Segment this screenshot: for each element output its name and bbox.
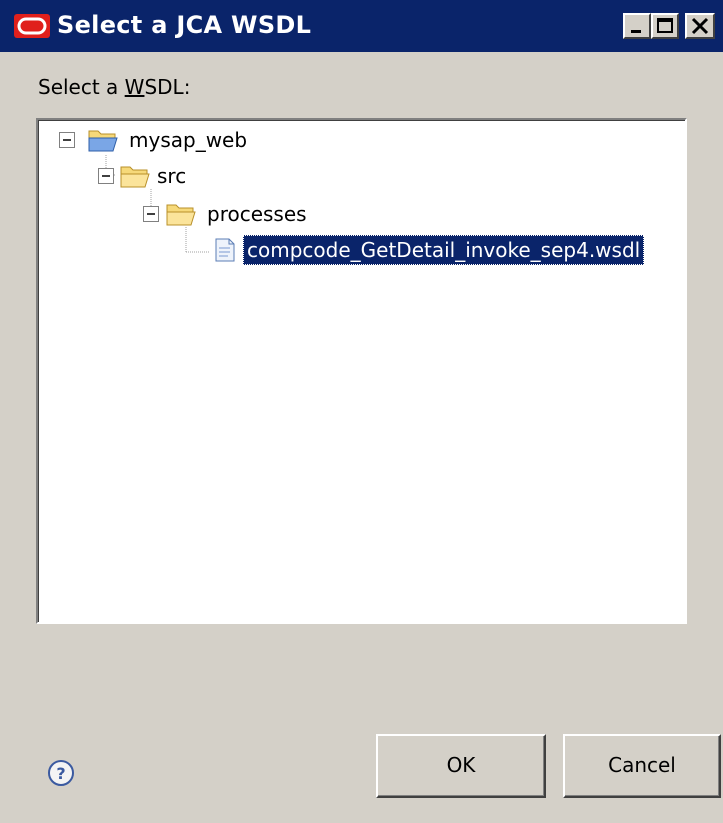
select-wsdl-label: Select a WSDL: bbox=[38, 74, 190, 100]
minimize-icon bbox=[631, 30, 641, 33]
collapse-icon[interactable] bbox=[98, 168, 114, 184]
ok-button[interactable]: OK bbox=[376, 734, 546, 798]
label-prefix: Select a bbox=[38, 75, 125, 99]
tree-node-mysap-web[interactable]: mysap_web bbox=[59, 125, 319, 155]
dialog-window: Select a JCA WSDL Select a WSDL: mysap_w… bbox=[0, 0, 723, 823]
open-folder-icon bbox=[120, 166, 150, 188]
tree-node-src[interactable]: src bbox=[98, 161, 298, 191]
maximize-button[interactable] bbox=[651, 13, 679, 39]
title-bar[interactable]: Select a JCA WSDL bbox=[0, 0, 723, 52]
label-suffix: SDL: bbox=[144, 75, 191, 99]
open-folder-icon bbox=[88, 130, 118, 152]
cancel-button-label: Cancel bbox=[608, 753, 676, 777]
window-title: Select a JCA WSDL bbox=[57, 11, 312, 39]
tree-node-wsdl-file[interactable]: compcode_GetDetail_invoke_sep4.wsdl bbox=[209, 235, 669, 265]
tree-node-label: mysap_web bbox=[129, 128, 248, 152]
wsdl-tree[interactable]: mysap_web src processes compcode_GetDeta… bbox=[36, 118, 687, 624]
tree-node-label: src bbox=[157, 164, 187, 188]
minimize-button[interactable] bbox=[623, 13, 651, 39]
document-icon bbox=[215, 238, 235, 262]
oracle-app-icon bbox=[14, 14, 50, 38]
collapse-icon[interactable] bbox=[143, 206, 159, 222]
maximize-icon bbox=[657, 18, 673, 33]
collapse-icon[interactable] bbox=[59, 132, 75, 148]
cancel-button[interactable]: Cancel bbox=[563, 734, 721, 798]
close-button[interactable] bbox=[685, 13, 715, 39]
help-icon[interactable]: ? bbox=[46, 758, 76, 788]
label-mnemonic: W bbox=[124, 75, 145, 99]
close-icon bbox=[691, 17, 709, 35]
tree-node-processes[interactable]: processes bbox=[143, 199, 383, 229]
open-folder-icon bbox=[166, 204, 196, 226]
tree-node-label: processes bbox=[207, 202, 307, 226]
tree-connector-lines bbox=[105, 155, 209, 253]
tree-node-label: compcode_GetDetail_invoke_sep4.wsdl bbox=[243, 235, 645, 265]
help-glyph: ? bbox=[56, 764, 65, 783]
ok-button-label: OK bbox=[446, 753, 476, 777]
